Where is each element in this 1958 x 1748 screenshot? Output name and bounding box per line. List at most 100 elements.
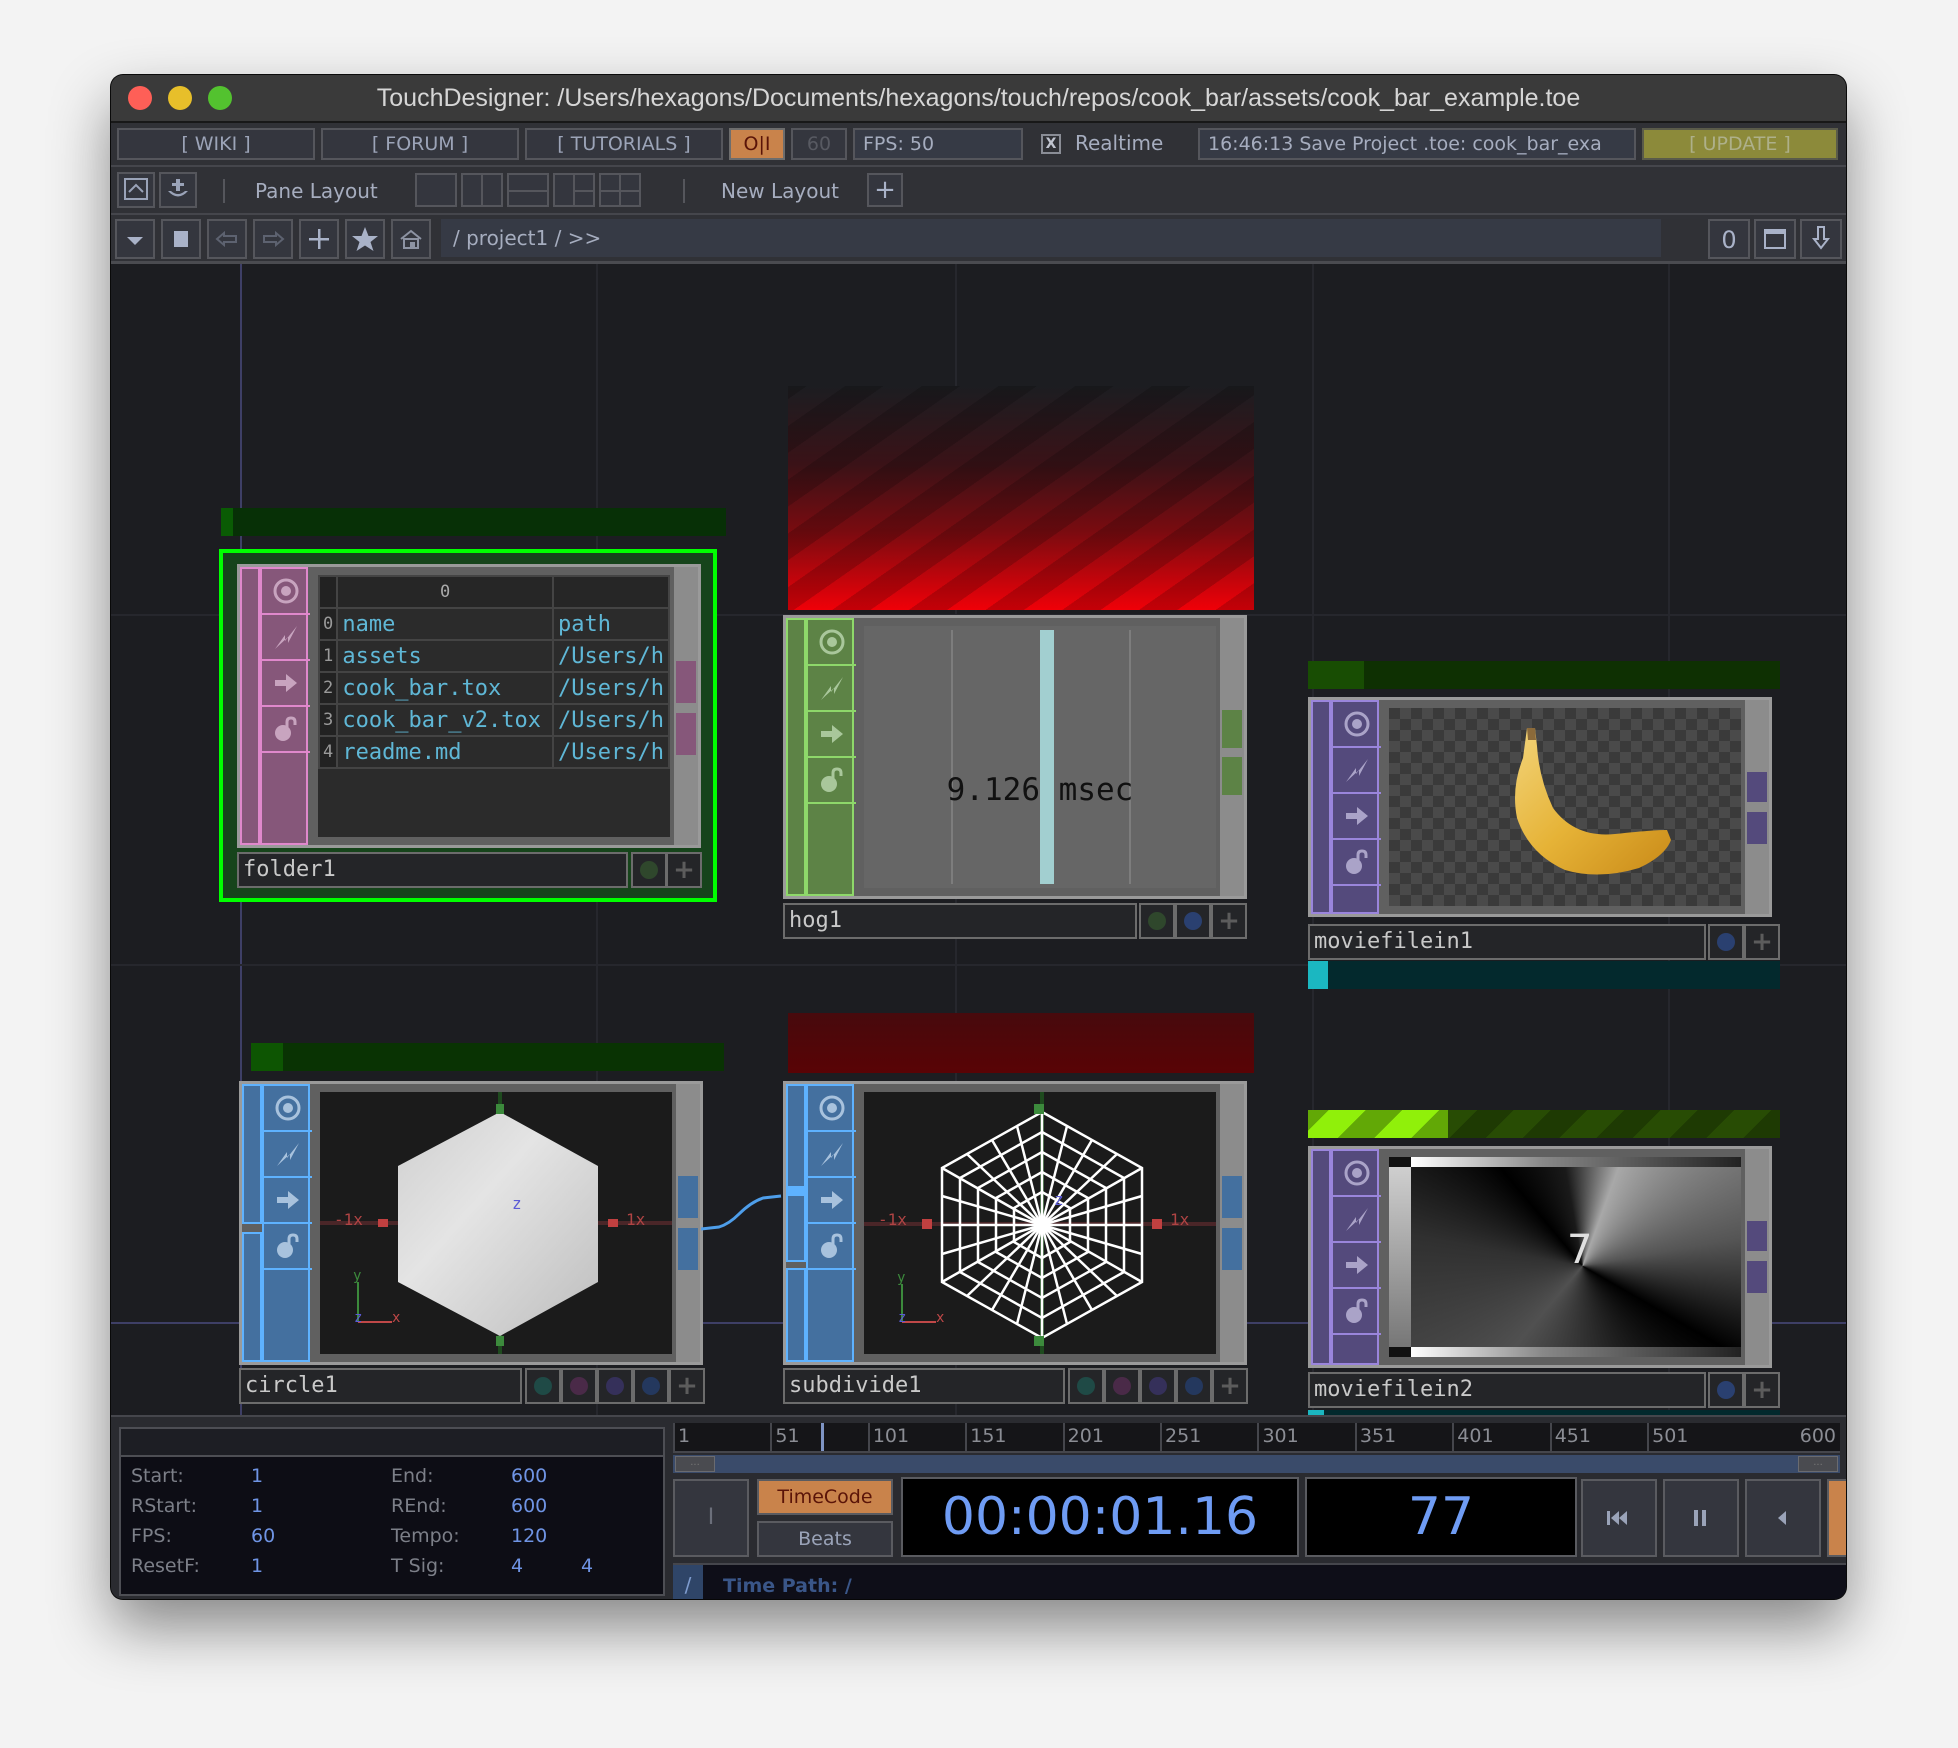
forward-button[interactable] — [253, 219, 293, 259]
output-connector[interactable] — [1222, 710, 1242, 748]
export-arrow-icon[interactable] — [808, 1178, 856, 1224]
node-name-label[interactable]: moviefilein2 — [1308, 1372, 1706, 1408]
node-bypass-strip[interactable] — [1311, 1149, 1331, 1365]
timecode-display[interactable]: 00:00:01.16 — [901, 1477, 1299, 1557]
node-flag-button[interactable] — [1139, 903, 1175, 939]
scroll-handle-left[interactable]: ... — [675, 1456, 715, 1472]
cook-flag-icon[interactable] — [1333, 1197, 1381, 1243]
export-arrow-icon[interactable] — [1333, 794, 1381, 840]
output-connector[interactable] — [1747, 772, 1767, 802]
lock-icon[interactable] — [808, 1224, 856, 1270]
play-forward-button[interactable] — [1827, 1479, 1846, 1557]
node-name-label[interactable]: moviefilein1 — [1308, 924, 1706, 960]
timeline-scrollbar[interactable]: ... ... — [673, 1455, 1840, 1473]
cook-flag-icon[interactable] — [808, 1132, 856, 1178]
rstart-field[interactable]: RStart: 1 — [131, 1495, 263, 1517]
cook-flag-icon[interactable] — [808, 666, 856, 712]
viewer-toggle-icon[interactable] — [808, 620, 856, 666]
export-arrow-icon[interactable] — [262, 661, 310, 707]
timeline-ruler[interactable]: 1 51 101 151 201 251 301 351 401 451 501 600 — [673, 1423, 1840, 1453]
start-field[interactable]: Start: 1 — [131, 1465, 263, 1487]
node-flag-button[interactable] — [525, 1368, 561, 1404]
output-connector[interactable] — [676, 713, 696, 755]
time-signature-field[interactable]: T Sig: 4 4 — [391, 1555, 593, 1577]
node-flag-button[interactable] — [633, 1368, 669, 1404]
lock-icon[interactable] — [808, 758, 856, 804]
power-toggle-button[interactable]: O|I — [729, 128, 785, 160]
node-bypass-strip[interactable] — [240, 567, 260, 845]
target-fps-field[interactable]: 60 — [791, 128, 847, 160]
range-in-button[interactable]: I — [673, 1479, 749, 1557]
layout-single-button[interactable] — [415, 173, 457, 207]
node-add-button[interactable]: + — [1744, 1372, 1780, 1408]
node-flag-button[interactable] — [631, 852, 667, 888]
update-button[interactable]: [ UPDATE ] — [1642, 128, 1838, 160]
layout-split-horizontal-button[interactable] — [507, 173, 549, 207]
resetf-field[interactable]: ResetF: 1 — [131, 1555, 263, 1577]
output-connector[interactable] — [1222, 1228, 1242, 1270]
connection-wire[interactable] — [701, 1184, 791, 1234]
forum-button[interactable]: [ FORUM ] — [321, 128, 519, 160]
realtime-checkbox[interactable]: X — [1041, 134, 1061, 154]
output-connector[interactable] — [678, 1228, 698, 1270]
add-layout-button[interactable]: + — [867, 173, 903, 207]
output-connector[interactable] — [1747, 812, 1767, 844]
node-add-button[interactable]: + — [1744, 924, 1780, 960]
input-connector[interactable] — [786, 1084, 806, 1262]
output-connector[interactable] — [1222, 1176, 1242, 1218]
time-path-root-button[interactable]: / — [673, 1565, 703, 1599]
node-add-button[interactable]: + — [1211, 903, 1247, 939]
lock-icon[interactable] — [262, 707, 310, 753]
pause-button[interactable] — [1663, 1479, 1739, 1557]
rend-field[interactable]: REnd: 600 — [391, 1495, 547, 1517]
stop-button[interactable] — [161, 219, 201, 259]
viewer-toggle-icon[interactable] — [1333, 702, 1381, 748]
viewer-toggle-icon[interactable] — [808, 1086, 856, 1132]
scroll-handle-right[interactable]: ... — [1798, 1456, 1838, 1472]
node-flag-button[interactable] — [597, 1368, 633, 1404]
node-add-button[interactable]: + — [666, 852, 702, 888]
network-editor[interactable]: 0 0 name path 1 assets /Users/h 2 cook_b… — [111, 264, 1846, 1490]
back-button[interactable] — [207, 219, 247, 259]
fps-field[interactable]: FPS: 60 — [131, 1525, 275, 1547]
input-connector[interactable] — [242, 1232, 262, 1362]
anchor-button[interactable] — [159, 172, 197, 208]
node-bypass-strip[interactable] — [242, 1084, 262, 1224]
network-path-field[interactable]: / project1 / >> — [441, 219, 1661, 257]
node-add-button[interactable]: + — [669, 1368, 705, 1404]
node-bypass-strip[interactable] — [786, 1268, 806, 1362]
cook-flag-icon[interactable] — [264, 1132, 312, 1178]
play-backward-button[interactable] — [1745, 1479, 1821, 1557]
tempo-field[interactable]: Tempo: 120 — [391, 1525, 547, 1547]
node-flag-button[interactable] — [1175, 903, 1211, 939]
output-connector[interactable] — [1222, 757, 1242, 795]
output-connector[interactable] — [678, 1176, 698, 1218]
node-name-label[interactable]: subdivide1 — [783, 1368, 1065, 1404]
node-flag-button[interactable] — [561, 1368, 597, 1404]
cook-flag-icon[interactable] — [1333, 748, 1381, 794]
wiki-button[interactable]: [ WIKI ] — [117, 128, 315, 160]
node-name-label[interactable]: folder1 — [237, 852, 628, 888]
export-arrow-icon[interactable] — [1333, 1243, 1381, 1289]
node-name-label[interactable]: circle1 — [239, 1368, 522, 1404]
lock-icon[interactable] — [1333, 1289, 1381, 1335]
node-add-button[interactable]: + — [1212, 1368, 1248, 1404]
output-connector[interactable] — [676, 661, 696, 703]
lock-icon[interactable] — [1333, 840, 1381, 886]
view-counter-button[interactable]: 0 — [1708, 219, 1750, 259]
layout-three-pane-button[interactable] — [553, 173, 595, 207]
expand-pane-button[interactable] — [117, 172, 155, 208]
node-bypass-strip[interactable] — [786, 618, 806, 896]
node-flag-button[interactable] — [1104, 1368, 1140, 1404]
node-flag-button[interactable] — [1068, 1368, 1104, 1404]
node-bypass-strip[interactable] — [1311, 700, 1331, 914]
import-button[interactable] — [1800, 219, 1842, 259]
layout-split-vertical-button[interactable] — [461, 173, 503, 207]
layout-four-pane-button[interactable] — [599, 173, 641, 207]
tutorials-button[interactable]: [ TUTORIALS ] — [525, 128, 723, 160]
viewer-toggle-icon[interactable] — [264, 1086, 312, 1132]
add-operator-button[interactable] — [299, 219, 339, 259]
node-flag-button[interactable] — [1708, 924, 1744, 960]
rewind-button[interactable] — [1581, 1479, 1657, 1557]
network-menu-button[interactable] — [115, 219, 155, 259]
